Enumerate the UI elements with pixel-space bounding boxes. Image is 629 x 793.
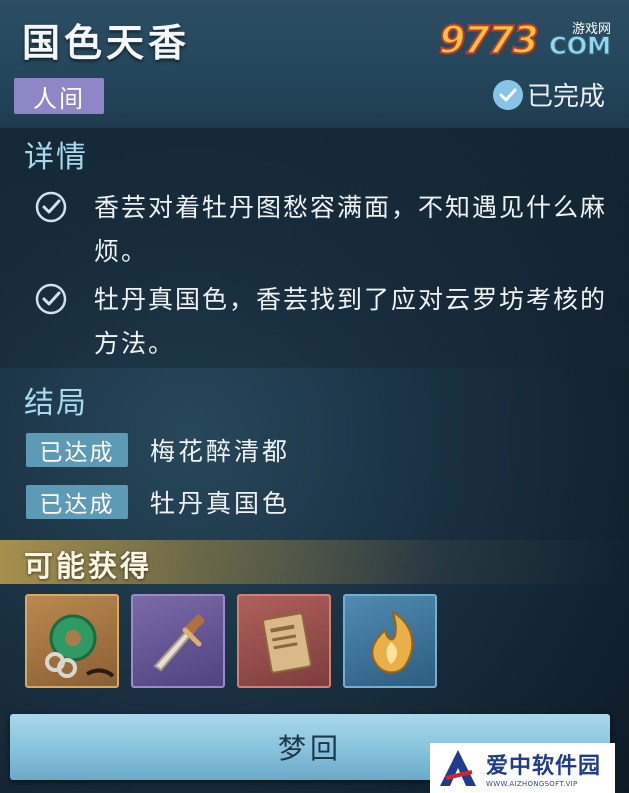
logo-number: 9773: [438, 17, 540, 63]
endings-title: 结局: [24, 386, 88, 421]
logo-com: COM: [549, 32, 612, 61]
detail-item: 香芸对着牡丹图愁容满面，不知遇见什么麻烦。: [34, 186, 609, 274]
ending-row: 已达成 牡丹真国色: [26, 484, 290, 520]
watermark-url: WWW.AIZHONGSOFT.VIP: [486, 780, 578, 788]
scroll-book-icon: [262, 612, 312, 674]
ending-row: 已达成 梅花醉清都: [26, 432, 290, 468]
dagger-icon: [153, 614, 205, 672]
reward-item-golden-flame[interactable]: [343, 594, 437, 688]
watermark-title: 爱中软件园: [486, 754, 602, 779]
completion-status-label: 已完成: [526, 82, 605, 112]
check-circle-icon: [35, 283, 67, 315]
site-logo-icon: [440, 750, 476, 786]
detail-item: 牡丹真国色，香芸找到了应对云罗坊考核的方法。: [34, 278, 609, 366]
detail-text: 牡丹真国色，香芸找到了应对云罗坊考核的方法。: [94, 285, 608, 358]
ending-name: 梅花醉清都: [150, 437, 291, 466]
detail-text: 香芸对着牡丹图愁容满面，不知遇见什么麻烦。: [94, 193, 608, 266]
completion-status: 已完成: [492, 76, 605, 113]
reward-item-dagger[interactable]: [131, 594, 225, 688]
golden-flame-icon: [371, 609, 414, 674]
details-title: 详情: [24, 140, 88, 175]
ending-achieved-badge: 已达成: [26, 433, 128, 467]
reward-item-scroll-book[interactable]: [237, 594, 331, 688]
ending-name: 牡丹真国色: [150, 489, 291, 518]
ending-achieved-badge: 已达成: [26, 485, 128, 519]
reward-item-jade-pendant[interactable]: [25, 594, 119, 688]
completed-check-icon: [492, 79, 523, 110]
quest-title: 国色天香: [22, 21, 191, 65]
site-watermark-logo: 9773 游戏网 COM: [438, 14, 612, 63]
check-circle-icon: [35, 191, 67, 223]
site-watermark-bottom: 爱中软件园 WWW.AIZHONGSOFT.VIP: [430, 743, 615, 793]
rewards-title: 可能获得: [24, 549, 153, 583]
jade-pendant-icon: [45, 614, 115, 678]
realm-tag: 人间: [14, 78, 104, 114]
